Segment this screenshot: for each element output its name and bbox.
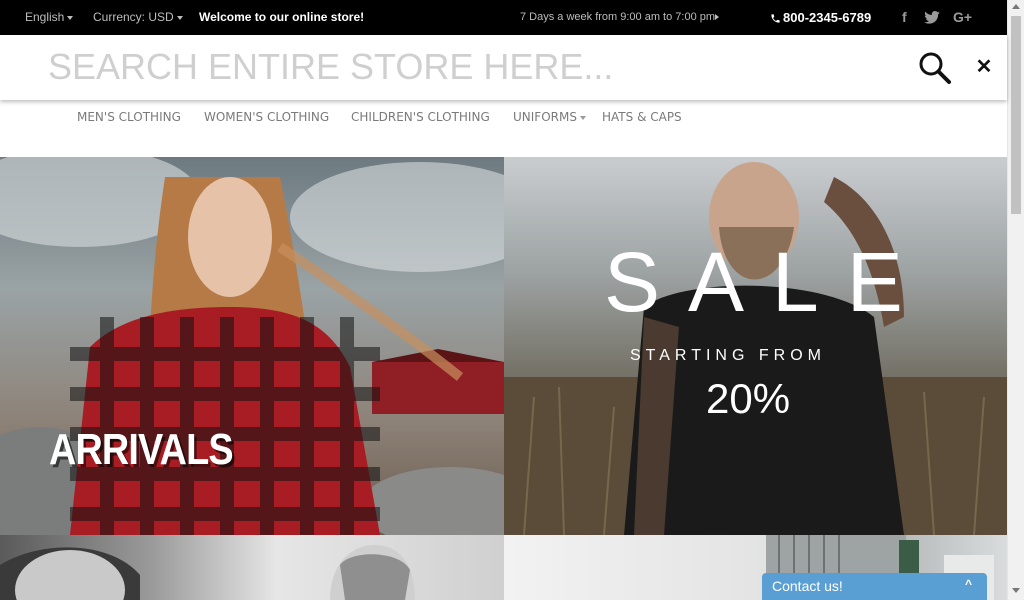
phone-contact[interactable]: 800-2345-6789 bbox=[770, 0, 871, 35]
nav-item-hats-caps[interactable]: HATS & CAPS bbox=[602, 110, 682, 124]
currency-label: Currency: USD bbox=[93, 10, 174, 24]
arrivals-banner[interactable]: ARRIVALS bbox=[0, 157, 504, 535]
twitter-icon[interactable] bbox=[924, 0, 940, 35]
page: English Currency: USD Welcome to our onl… bbox=[0, 0, 1024, 600]
sale-percent: 20% bbox=[706, 375, 791, 422]
scroll-down-arrow-icon[interactable] bbox=[1012, 588, 1020, 593]
top-bar: English Currency: USD Welcome to our onl… bbox=[0, 0, 1007, 35]
scroll-thumb[interactable] bbox=[1011, 16, 1021, 214]
search-icon[interactable] bbox=[918, 51, 952, 85]
google-plus-icon[interactable]: G+ bbox=[953, 0, 972, 35]
page-scrollbar[interactable] bbox=[1007, 0, 1024, 600]
search-input[interactable] bbox=[48, 45, 888, 89]
arrivals-title: ARRIVALS bbox=[49, 425, 234, 474]
language-selector[interactable]: English bbox=[25, 0, 74, 35]
sale-banner[interactable]: SALE STARTING FROM 20% bbox=[504, 157, 1007, 535]
nav-item-uniforms[interactable]: UNIFORMS bbox=[513, 110, 586, 124]
sale-photo bbox=[504, 162, 1007, 535]
welcome-message: Welcome to our online store! bbox=[199, 10, 365, 24]
caret-down-icon bbox=[176, 15, 183, 20]
nav-item-uniforms-label: UNIFORMS bbox=[513, 110, 577, 124]
store-hours-text: 7 Days a week from 9:00 am to 7:00 pm bbox=[520, 11, 716, 23]
nav-item-childrens-clothing[interactable]: CHILDREN'S CLOTHING bbox=[351, 110, 490, 124]
chevron-up-icon[interactable]: ^ bbox=[965, 577, 972, 591]
bottom-left-banner[interactable] bbox=[0, 535, 504, 600]
contact-label: Contact us! bbox=[772, 578, 843, 594]
store-hours: 7 Days a week from 9:00 am to 7:00 pm bbox=[520, 0, 720, 35]
currency-selector[interactable]: Currency: USD bbox=[93, 0, 183, 35]
arrivals-photo bbox=[0, 157, 504, 535]
nav-item-mens-clothing[interactable]: MEN'S CLOTHING bbox=[77, 110, 181, 124]
caret-down-icon bbox=[579, 115, 586, 120]
facebook-icon[interactable]: f bbox=[902, 0, 907, 35]
bottom-left-photo bbox=[0, 545, 415, 600]
phone-number: 800-2345-6789 bbox=[783, 10, 872, 25]
phone-icon bbox=[771, 14, 780, 23]
sale-subtitle: STARTING FROM bbox=[630, 347, 826, 364]
language-label: English bbox=[25, 10, 65, 24]
scroll-up-arrow-icon[interactable] bbox=[1012, 4, 1020, 9]
search-bar: ✕ bbox=[0, 35, 1007, 100]
main-nav: MEN'S CLOTHING WOMEN'S CLOTHING CHILDREN… bbox=[0, 100, 1007, 157]
nav-item-womens-clothing[interactable]: WOMEN'S CLOTHING bbox=[204, 110, 329, 124]
caret-down-icon bbox=[67, 15, 74, 20]
close-icon[interactable]: ✕ bbox=[974, 56, 994, 78]
sale-title: SALE bbox=[604, 235, 931, 329]
caret-down-icon bbox=[715, 14, 720, 21]
contact-widget[interactable]: Contact us! ^ bbox=[762, 573, 987, 600]
